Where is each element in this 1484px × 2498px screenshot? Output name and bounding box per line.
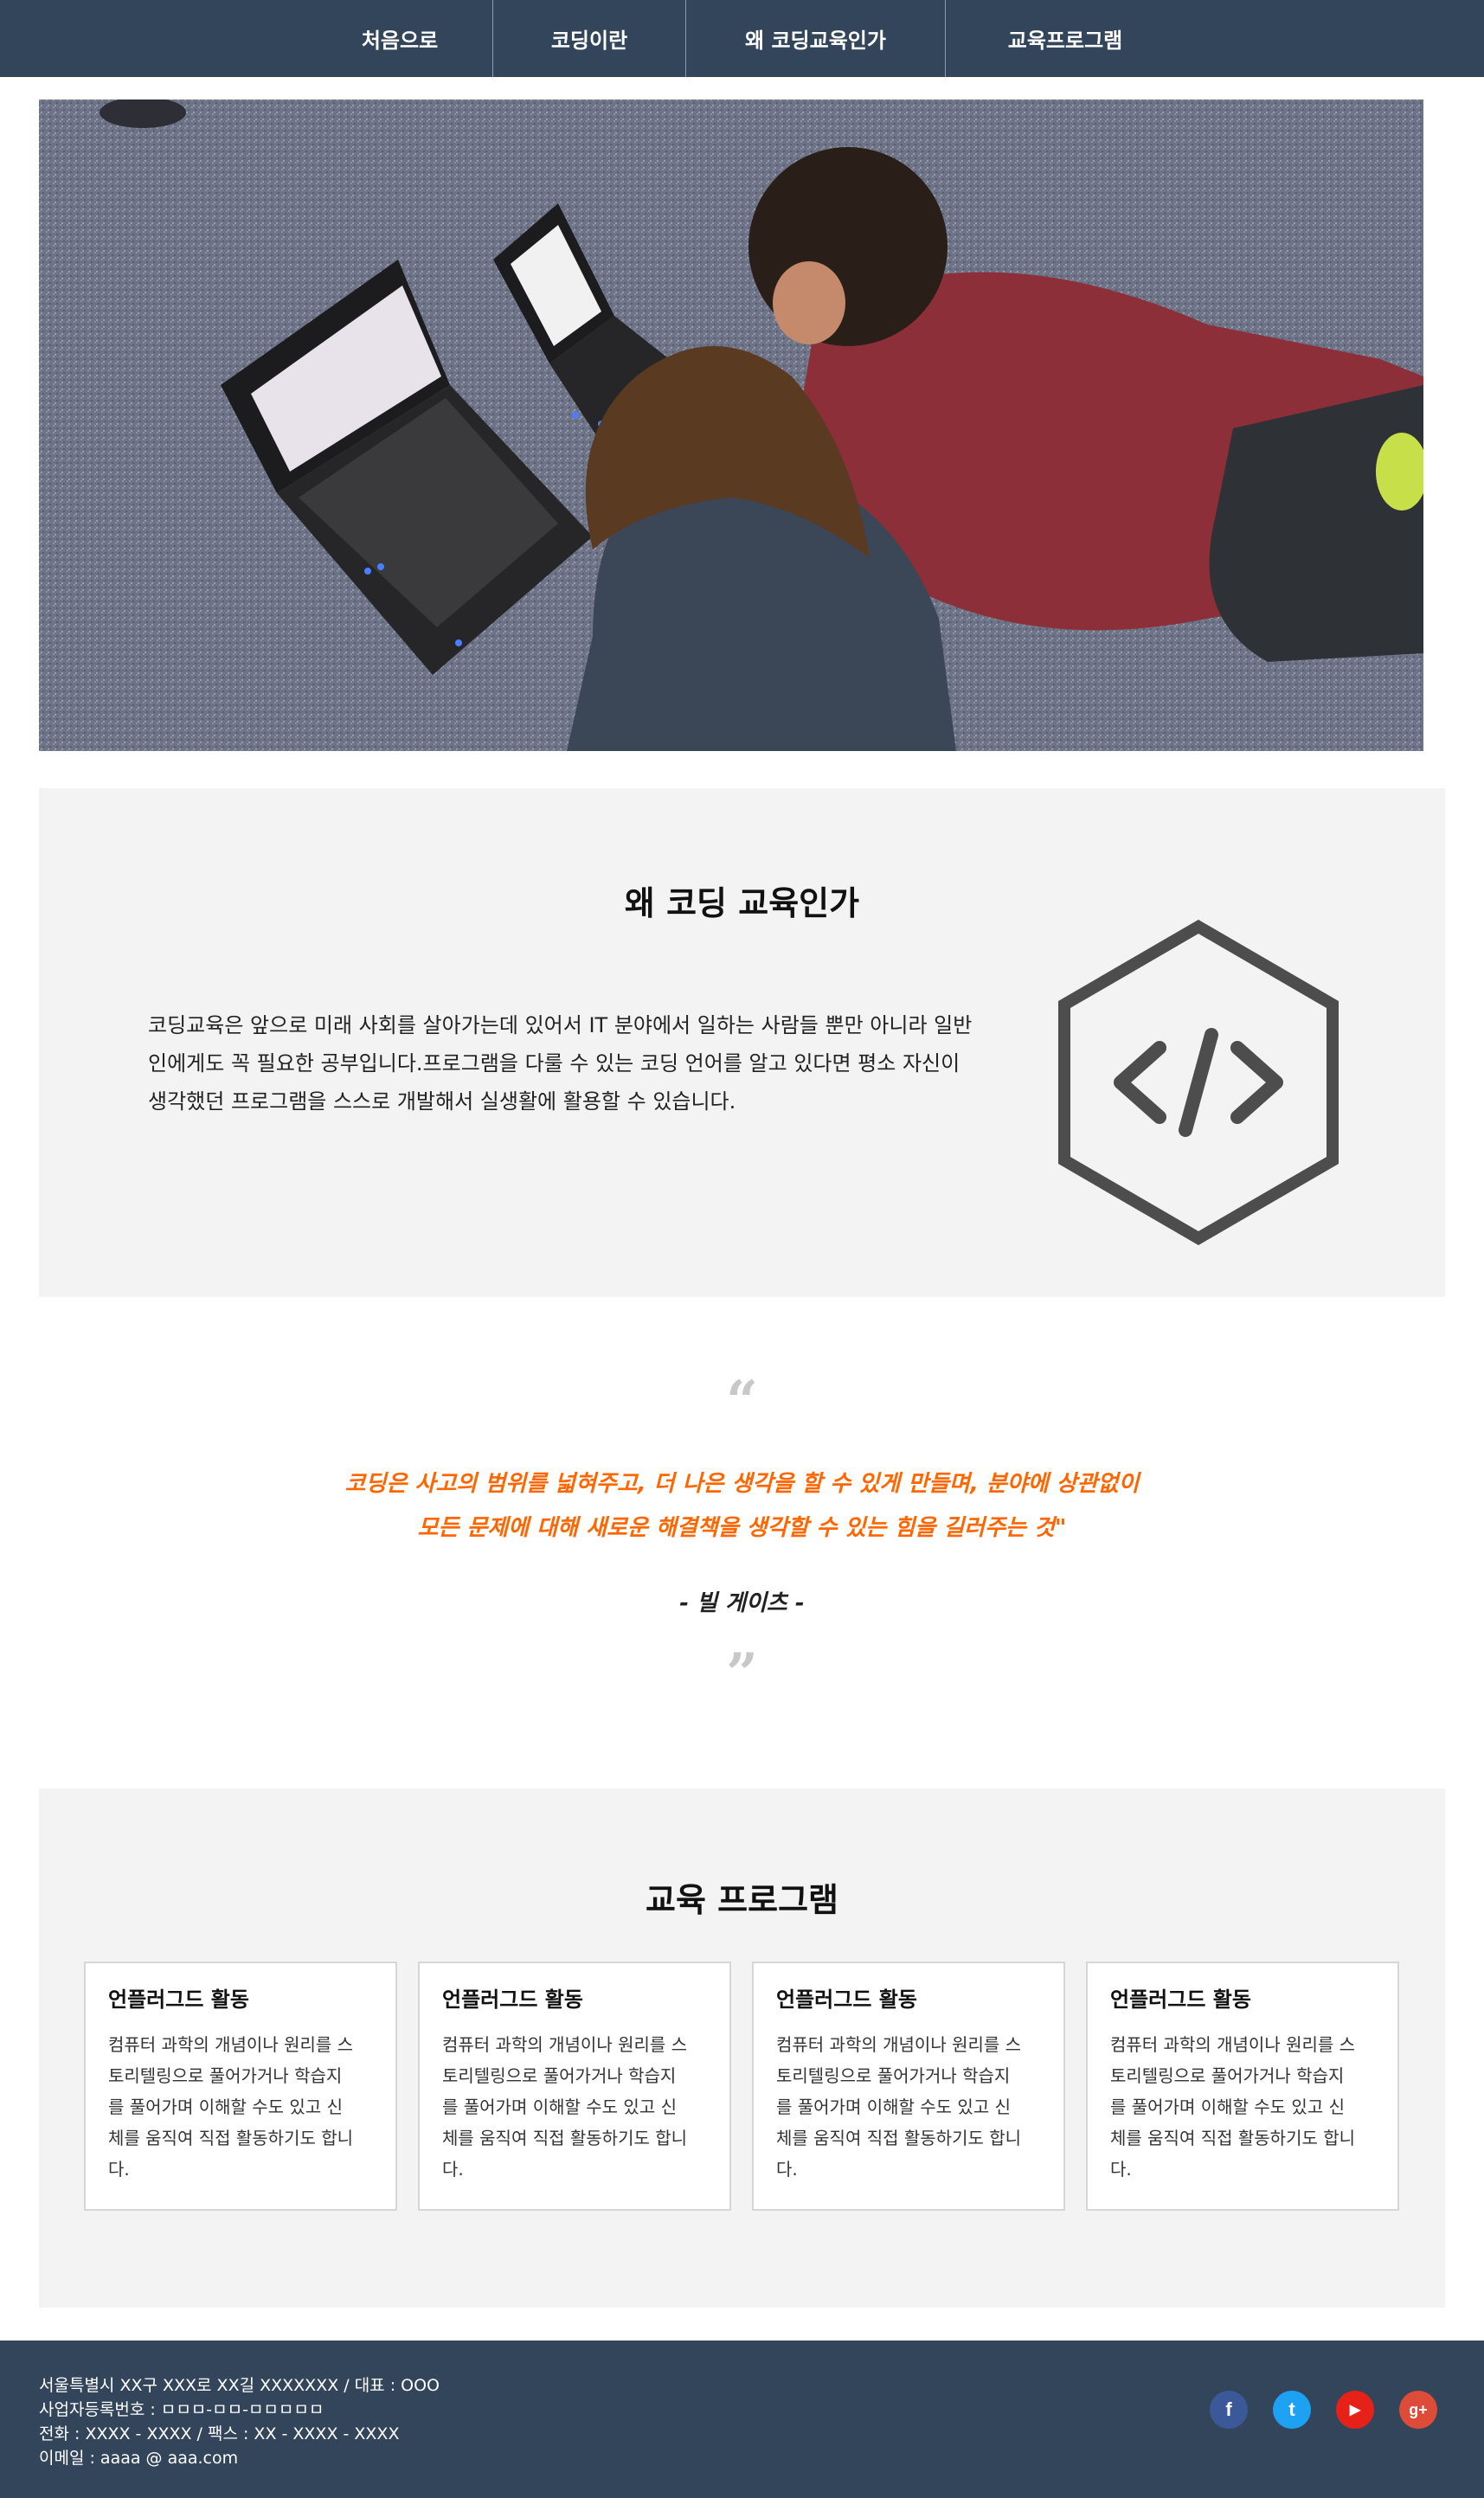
program-card-text: 컴퓨터 과학의 개념이나 원리를 스 토리텔링으로 풀어가거나 학습지 를 풀어… <box>442 2029 712 2185</box>
card-text-line: 컴퓨터 과학의 개념이나 원리를 스 <box>442 2034 688 2055</box>
why-text-line: 코딩교육은 앞으로 미래 사회를 살아가는데 있어서 IT 분야에서 일하는 사… <box>148 1013 973 1037</box>
card-text-line: 토리텔링으로 풀어가거나 학습지 <box>776 2065 1011 2086</box>
card-text-line: 를 풀어가며 이해할 수도 있고 신 <box>1110 2097 1345 2117</box>
why-text-line: 인에게도 꼭 필요한 공부입니다.프로그램을 다룰 수 있는 코딩 언어를 알고… <box>148 1051 960 1076</box>
nav-item-why-coding[interactable]: 왜 코딩교육인가 <box>686 0 945 77</box>
top-nav: 처음으로 코딩이란 왜 코딩교육인가 교육프로그램 <box>0 0 1484 77</box>
card-text-line: 다. <box>108 2159 130 2180</box>
hero-illustration <box>39 100 1423 751</box>
nav-item-programs[interactable]: 교육프로그램 <box>946 0 1185 77</box>
quote-open-icon: “ <box>726 1369 758 1434</box>
twitter-glyph: t <box>1288 2398 1295 2420</box>
program-card[interactable]: 언플러그드 활동 컴퓨터 과학의 개념이나 원리를 스 토리텔링으로 풀어가거나… <box>1086 1962 1399 2211</box>
programs-section: 교육 프로그램 언플러그드 활동 컴퓨터 과학의 개념이나 원리를 스 토리텔링… <box>39 1788 1445 2308</box>
footer-info: 서울특별시 XX구 XXX로 XX길 XXXXXXX / 대표 : OOO 사업… <box>39 2373 440 2470</box>
youtube-glyph: ▶ <box>1349 2403 1361 2418</box>
card-text-line: 체를 움직여 직접 활동하기도 합니 <box>108 2128 354 2148</box>
card-text-line: 다. <box>776 2159 798 2180</box>
card-text-line: 를 풀어가며 이해할 수도 있고 신 <box>776 2097 1011 2117</box>
program-card-text: 컴퓨터 과학의 개념이나 원리를 스 토리텔링으로 풀어가거나 학습지 를 풀어… <box>776 2029 1046 2185</box>
programs-title: 교육 프로그램 <box>646 1881 838 1919</box>
quote-close-icon: ” <box>726 1641 758 1706</box>
google-plus-icon[interactable]: g+ <box>1399 2391 1437 2429</box>
quote-author: - 빌 게이츠 - <box>679 1590 805 1616</box>
google-plus-glyph: g+ <box>1409 2400 1428 2418</box>
program-card-title: 언플러그드 활동 <box>442 1987 583 2012</box>
card-text-line: 토리텔링으로 풀어가거나 학습지 <box>1110 2065 1345 2086</box>
quote-line: 모든 문제에 대해 새로운 해결책을 생각할 수 있는 힘을 길러주는 것" <box>417 1515 1067 1541</box>
footer-business-no: 사업자등록번호 : ㅁㅁㅁ-ㅁㅁ-ㅁㅁㅁㅁㅁ <box>39 2400 324 2419</box>
twitter-icon[interactable]: t <box>1273 2391 1311 2429</box>
card-text-line: 토리텔링으로 풀어가거나 학습지 <box>108 2065 343 2086</box>
program-card[interactable]: 언플러그드 활동 컴퓨터 과학의 개념이나 원리를 스 토리텔링으로 풀어가거나… <box>84 1962 397 2211</box>
hero-image <box>39 100 1423 751</box>
footer-phone: 전화 : XXXX - XXXX / 팩스 : XX - XXXX - XXXX <box>39 2424 400 2443</box>
program-card-text: 컴퓨터 과학의 개념이나 원리를 스 토리텔링으로 풀어가거나 학습지 를 풀어… <box>108 2029 378 2185</box>
why-coding-section: 왜 코딩 교육인가 코딩교육은 앞으로 미래 사회를 살아가는데 있어서 IT … <box>39 788 1445 1297</box>
quote-line: 코딩은 사고의 범위를 넓혀주고, 더 나은 생각을 할 수 있게 만들며, 분… <box>344 1471 1140 1497</box>
card-text-line: 다. <box>442 2159 464 2180</box>
program-card[interactable]: 언플러그드 활동 컴퓨터 과학의 개념이나 원리를 스 토리텔링으로 풀어가거나… <box>752 1962 1065 2211</box>
footer-email: 이메일 : aaaa @ aaa.com <box>39 2449 239 2468</box>
program-card-title: 언플러그드 활동 <box>1110 1987 1251 2012</box>
nav-item-home[interactable]: 처음으로 <box>307 0 492 77</box>
program-card-title: 언플러그드 활동 <box>108 1987 249 2012</box>
card-text-line: 를 풀어가며 이해할 수도 있고 신 <box>108 2097 343 2117</box>
why-coding-text: 코딩교육은 앞으로 미래 사회를 살아가는데 있어서 IT 분야에서 일하는 사… <box>148 1006 1026 1121</box>
facebook-icon[interactable]: f <box>1210 2391 1248 2429</box>
card-text-line: 다. <box>1110 2159 1132 2180</box>
card-text-line: 컴퓨터 과학의 개념이나 원리를 스 <box>1110 2034 1356 2055</box>
card-text-line: 를 풀어가며 이해할 수도 있고 신 <box>442 2097 677 2117</box>
card-text-line: 체를 움직여 직접 활동하기도 합니 <box>1110 2128 1356 2148</box>
card-text-line: 컴퓨터 과학의 개념이나 원리를 스 <box>776 2034 1022 2055</box>
card-text-line: 체를 움직여 직접 활동하기도 합니 <box>442 2128 688 2148</box>
why-text-line: 생각했던 프로그램을 스스로 개발해서 실생활에 활용할 수 있습니다. <box>148 1089 736 1114</box>
program-card[interactable]: 언플러그드 활동 컴퓨터 과학의 개념이나 원리를 스 토리텔링으로 풀어가거나… <box>418 1962 731 2211</box>
code-hexagon-icon <box>1058 919 1339 1246</box>
program-card-text: 컴퓨터 과학의 개념이나 원리를 스 토리텔링으로 풀어가거나 학습지 를 풀어… <box>1110 2029 1380 2185</box>
quote-text: 코딩은 사고의 범위를 넓혀주고, 더 나은 생각을 할 수 있게 만들며, 분… <box>0 1462 1484 1551</box>
nav-item-what-is-coding[interactable]: 코딩이란 <box>493 0 685 77</box>
card-text-line: 토리텔링으로 풀어가거나 학습지 <box>442 2065 677 2086</box>
youtube-icon[interactable]: ▶ <box>1336 2391 1374 2429</box>
footer: 서울특별시 XX구 XXX로 XX길 XXXXXXX / 대표 : OOO 사업… <box>0 2341 1484 2498</box>
footer-address: 서울특별시 XX구 XXX로 XX길 XXXXXXX / 대표 : OOO <box>39 2376 440 2395</box>
why-coding-title: 왜 코딩 교육인가 <box>624 884 860 922</box>
card-text-line: 컴퓨터 과학의 개념이나 원리를 스 <box>108 2034 354 2055</box>
program-card-title: 언플러그드 활동 <box>776 1987 917 2012</box>
facebook-glyph: f <box>1225 2398 1232 2420</box>
card-text-line: 체를 움직여 직접 활동하기도 합니 <box>776 2128 1022 2148</box>
